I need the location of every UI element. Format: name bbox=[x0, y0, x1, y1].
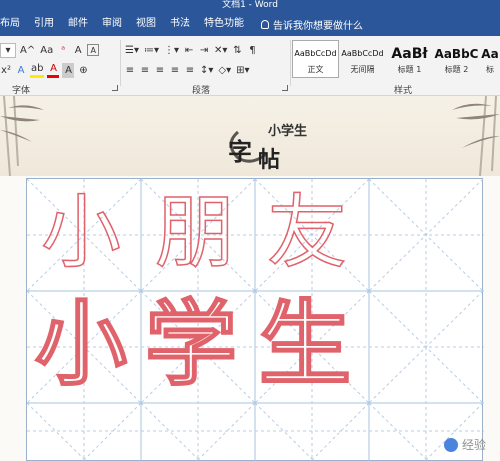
group-label-styles: 样式 bbox=[394, 86, 413, 96]
font-dialog-launcher[interactable] bbox=[112, 85, 118, 91]
decrease-indent-icon[interactable]: ⇤ bbox=[183, 43, 195, 58]
char-border-icon[interactable]: A bbox=[87, 44, 100, 56]
tab-layout[interactable]: 布局 bbox=[0, 12, 27, 36]
logo-small-text: 小学生 bbox=[268, 124, 308, 139]
tab-view[interactable]: 视图 bbox=[129, 12, 163, 36]
window-title: 文档1 - Word bbox=[222, 0, 278, 10]
document-page[interactable]: 小学生 字 帖 小 朋 友 小 学 生 经验 bbox=[0, 96, 500, 461]
logo-char-1: 字 bbox=[228, 138, 252, 166]
phonetic-guide-icon[interactable]: ᵃ bbox=[57, 43, 69, 58]
practice-char-row1-2: 朋 bbox=[154, 185, 236, 280]
char-shading-icon[interactable]: A bbox=[62, 62, 75, 78]
style-no-spacing[interactable]: AaBbCcDd 无间隔 bbox=[339, 40, 386, 78]
tell-me-placeholder: 告诉我你想要做什么 bbox=[273, 20, 363, 32]
ribbon-tabs: 布局 引用 邮件 审阅 视图 书法 特色功能 告诉我你想要做什么 bbox=[0, 12, 500, 36]
practice-grid: 小 朋 友 小 学 生 bbox=[26, 178, 484, 461]
show-marks-icon[interactable]: ¶ bbox=[246, 43, 258, 58]
style-name: 标 bbox=[486, 65, 494, 74]
shading-icon[interactable]: ◇▾ bbox=[217, 63, 232, 78]
style-heading-1[interactable]: AaBł 标题 1 bbox=[386, 40, 433, 78]
style-heading-2[interactable]: AaBbC 标题 2 bbox=[433, 40, 480, 78]
window-title-bar: 文档1 - Word bbox=[0, 0, 500, 12]
grow-font-button[interactable]: A^ bbox=[19, 43, 36, 58]
baidu-watermark: 经验 bbox=[443, 436, 486, 453]
distributed-icon[interactable]: ≡ bbox=[184, 63, 196, 78]
tell-me-box[interactable]: 告诉我你想要做什么 bbox=[261, 17, 363, 32]
document-area: 小学生 字 帖 小 朋 友 小 学 生 经验 bbox=[0, 96, 500, 461]
group-label-paragraph: 段落 bbox=[192, 86, 211, 96]
practice-char-row1-1: 小 bbox=[40, 185, 122, 280]
style-name: 正文 bbox=[307, 65, 324, 74]
clear-format-icon[interactable]: A bbox=[72, 43, 84, 58]
tab-references[interactable]: 引用 bbox=[27, 12, 61, 36]
style-name: 标题 2 bbox=[444, 65, 469, 74]
logo: 小学生 字 帖 bbox=[226, 118, 316, 173]
chinese-layout-icon[interactable]: ✕▾ bbox=[213, 43, 228, 58]
practice-char-row1-3: 友 bbox=[266, 185, 348, 280]
tab-special[interactable]: 特色功能 bbox=[197, 12, 251, 36]
align-right-icon[interactable]: ≡ bbox=[154, 63, 166, 78]
numbering-icon[interactable]: ≔▾ bbox=[143, 43, 160, 58]
practice-char-row2-2: 学 bbox=[144, 291, 238, 398]
align-center-icon[interactable]: ≡ bbox=[139, 63, 151, 78]
change-case-button[interactable]: Aa bbox=[39, 43, 54, 58]
practice-char-row2-1: 小 bbox=[34, 291, 128, 398]
enclose-char-icon[interactable]: ⊕ bbox=[77, 63, 89, 78]
baidu-paw-icon bbox=[443, 437, 458, 452]
multilevel-list-icon[interactable]: ⋮▾ bbox=[163, 43, 180, 58]
highlight-icon[interactable]: ab bbox=[30, 63, 45, 78]
style-sample: AaBbC bbox=[434, 47, 479, 61]
style-sample: AaBbCcDd bbox=[294, 49, 337, 58]
style-sample: Aa bbox=[481, 47, 499, 61]
tab-review[interactable]: 审阅 bbox=[95, 12, 129, 36]
practice-char-row2-3: 生 bbox=[258, 291, 352, 398]
style-name: 标题 1 bbox=[397, 65, 422, 74]
tab-mailings[interactable]: 邮件 bbox=[61, 12, 95, 36]
page-banner: 小学生 字 帖 bbox=[0, 96, 500, 176]
font-size-dropdown[interactable]: ▾ bbox=[0, 42, 16, 58]
watermark-text: 经验 bbox=[461, 438, 486, 452]
ribbon: ▾ A^ Aa ᵃ A A x² A ab A A ⊕ 字体 ☰▾ ≔▾ ⋮▾ … bbox=[0, 36, 500, 96]
group-label-font: 字体 bbox=[12, 86, 31, 96]
align-left-icon[interactable]: ≡ bbox=[124, 63, 136, 78]
styles-gallery: AaBbCcDd 正文 AaBbCcDd 无间隔 AaBł 标题 1 AaBbC… bbox=[292, 40, 500, 80]
logo-char-2: 帖 bbox=[258, 148, 281, 173]
style-sample: AaBł bbox=[391, 46, 428, 62]
sort-icon[interactable]: ⇅ bbox=[231, 43, 243, 58]
ribbon-divider bbox=[290, 40, 291, 86]
style-sample: AaBbCcDd bbox=[341, 49, 384, 58]
style-normal[interactable]: AaBbCcDd 正文 bbox=[292, 40, 339, 78]
increase-indent-icon[interactable]: ⇥ bbox=[198, 43, 210, 58]
line-spacing-icon[interactable]: ↕▾ bbox=[199, 63, 214, 78]
ribbon-divider bbox=[120, 40, 121, 86]
style-name: 无间隔 bbox=[350, 65, 375, 74]
superscript-icon[interactable]: x² bbox=[0, 63, 12, 78]
style-title[interactable]: Aa 标 bbox=[480, 40, 500, 78]
tab-calligraphy[interactable]: 书法 bbox=[163, 12, 197, 36]
paragraph-dialog-launcher[interactable] bbox=[282, 85, 288, 91]
lightbulb-icon bbox=[261, 19, 269, 29]
bullets-icon[interactable]: ☰▾ bbox=[124, 43, 140, 58]
justify-icon[interactable]: ≡ bbox=[169, 63, 181, 78]
text-effects-icon[interactable]: A bbox=[15, 63, 27, 78]
font-color-icon[interactable]: A bbox=[47, 63, 60, 78]
borders-icon[interactable]: ⊞▾ bbox=[235, 63, 250, 78]
